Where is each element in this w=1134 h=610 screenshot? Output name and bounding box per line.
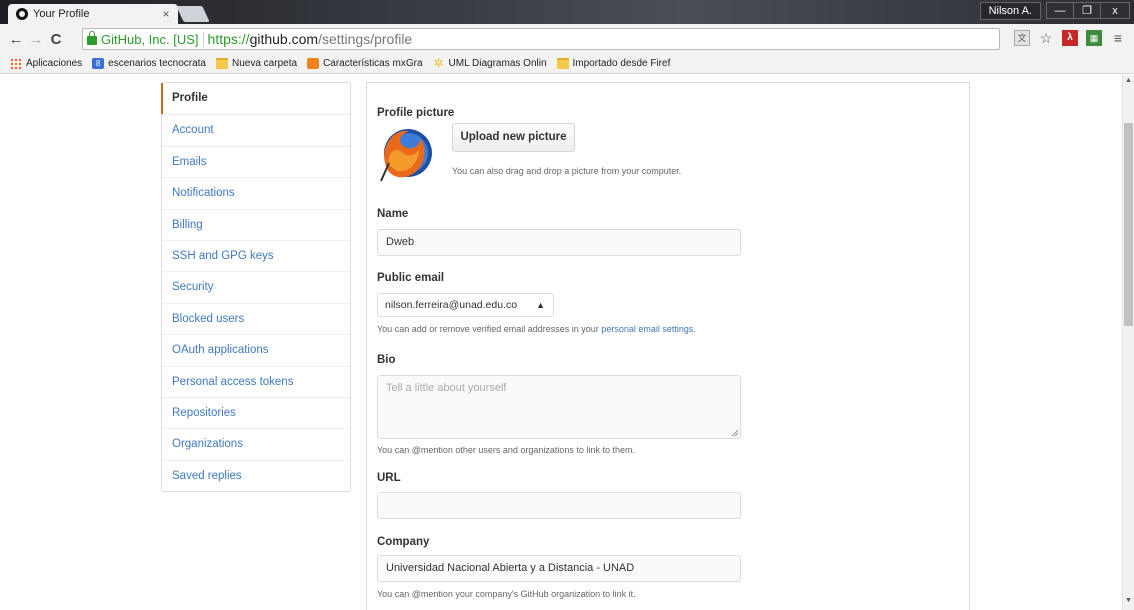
bookmark-mxgraph[interactable]: Características mxGra: [307, 58, 423, 69]
name-input[interactable]: Dweb: [377, 229, 741, 256]
sidebar-item-organizations[interactable]: Organizations: [162, 428, 350, 459]
bookmark-uml[interactable]: ✲ UML Diagramas Onlin: [433, 56, 546, 70]
sidebar-item-billing[interactable]: Billing: [162, 208, 350, 240]
public-email-select[interactable]: nilson.ferreira@unad.edu.co ▲︎: [377, 293, 554, 317]
site-favicon-icon: 8: [92, 58, 105, 69]
minimize-button[interactable]: —: [1046, 2, 1074, 19]
bookmark-importado[interactable]: Importado desde Firef: [556, 58, 670, 69]
upload-note: You can also drag and drop a picture fro…: [452, 166, 682, 176]
lock-icon: [87, 31, 97, 45]
bio-placeholder: Tell a little about yourself: [386, 382, 507, 394]
bookmark-nueva-carpeta[interactable]: Nueva carpeta: [216, 58, 297, 69]
avatar: [380, 129, 432, 182]
url-host: github.com: [249, 31, 319, 47]
public-email-value: nilson.ferreira@unad.edu.co: [385, 299, 518, 311]
address-bar[interactable]: GitHub, Inc. [US] https:// github.com /s…: [82, 28, 1000, 50]
browser-tab[interactable]: Your Profile ×: [8, 4, 178, 24]
upload-picture-button[interactable]: Upload new picture: [452, 123, 575, 152]
company-note: You can @mention your company's GitHub o…: [377, 589, 636, 599]
pdf-extension-icon[interactable]: λ: [1062, 30, 1078, 46]
translate-icon[interactable]: 文: [1014, 30, 1030, 46]
site-favicon-icon: [307, 58, 320, 69]
url-path: /settings/profile: [318, 31, 413, 47]
apps-grid-icon: [10, 58, 22, 69]
toolbar-actions: 文 ☆ λ ▦ ≡: [1014, 30, 1126, 46]
resize-handle-icon[interactable]: [732, 430, 738, 436]
sidebar-item-emails[interactable]: Emails: [162, 145, 350, 177]
browser-toolbar: ← → C GitHub, Inc. [US] https:// github.…: [0, 24, 1134, 54]
sidebar-item-oauth-applications[interactable]: OAuth applications: [162, 334, 350, 365]
forward-arrow-icon[interactable]: →: [26, 31, 46, 48]
sidebar-item-ssh-gpg-keys[interactable]: SSH and GPG keys: [162, 239, 350, 271]
personal-email-settings-link[interactable]: personal email settings.: [601, 324, 696, 334]
settings-page: Profile Account Emails Notifications Bil…: [0, 75, 1122, 610]
folder-icon: [216, 58, 228, 69]
public-email-label: Public email: [377, 272, 445, 284]
sidebar-item-personal-access-tokens[interactable]: Personal access tokens: [162, 365, 350, 397]
email-note: You can add or remove verified email add…: [377, 324, 696, 334]
ev-certificate-badge[interactable]: GitHub, Inc. [US]: [101, 31, 204, 47]
company-input[interactable]: Universidad Nacional Abierta y a Distanc…: [377, 555, 741, 582]
spreadsheet-extension-icon[interactable]: ▦: [1086, 30, 1102, 46]
sidebar-item-security[interactable]: Security: [162, 271, 350, 302]
url-label: URL: [377, 472, 401, 484]
browser-title-bar: Your Profile × Nilson A. — ❐ x: [0, 0, 1134, 24]
url-input[interactable]: [377, 492, 741, 519]
scroll-thumb[interactable]: [1124, 123, 1133, 326]
reload-icon[interactable]: C: [46, 31, 66, 48]
new-tab-button[interactable]: [176, 6, 210, 22]
profile-picture-label: Profile picture: [377, 107, 455, 119]
restore-button[interactable]: ❐: [1073, 2, 1101, 19]
bookmark-escenarios[interactable]: 8 escenarios tecnocrata: [92, 58, 206, 69]
tab-title: Your Profile: [33, 8, 90, 20]
bookmark-star-icon[interactable]: ☆: [1038, 30, 1054, 46]
url-scheme: https://: [207, 31, 250, 47]
sidebar-item-notifications[interactable]: Notifications: [162, 177, 350, 208]
page-scrollbar[interactable]: ▲ ▼: [1122, 75, 1134, 610]
sidebar-item-profile[interactable]: Profile: [161, 83, 350, 115]
back-arrow-icon[interactable]: ←: [6, 31, 26, 48]
company-label: Company: [377, 536, 430, 548]
close-tab-icon[interactable]: ×: [160, 7, 172, 21]
window-controls: — ❐ x: [1046, 2, 1130, 19]
settings-sidebar: Profile Account Emails Notifications Bil…: [161, 82, 351, 493]
close-window-button[interactable]: x: [1100, 2, 1130, 19]
scroll-down-icon[interactable]: ▼: [1125, 597, 1132, 604]
bio-textarea[interactable]: Tell a little about yourself: [377, 375, 741, 439]
bookmark-apps[interactable]: Aplicaciones: [10, 58, 82, 69]
sidebar-item-account[interactable]: Account: [162, 114, 350, 145]
github-icon: [16, 8, 28, 20]
sidebar-item-blocked-users[interactable]: Blocked users: [162, 302, 350, 334]
sidebar-item-saved-replies[interactable]: Saved replies: [162, 459, 350, 491]
profile-form: Profile picture Upload new picture You c…: [366, 82, 970, 610]
scroll-up-icon[interactable]: ▲: [1125, 77, 1132, 84]
folder-icon: [556, 58, 569, 69]
sidebar-item-repositories[interactable]: Repositories: [162, 396, 350, 428]
bio-label: Bio: [377, 354, 396, 366]
profile-user-button[interactable]: Nilson A.: [979, 2, 1041, 20]
name-label: Name: [377, 208, 409, 220]
select-caret-icon: ▲︎: [536, 300, 545, 310]
bio-note: You can @mention other users and organiz…: [377, 445, 635, 455]
menu-icon[interactable]: ≡: [1110, 30, 1126, 46]
bookmarks-bar: Aplicaciones 8 escenarios tecnocrata Nue…: [0, 54, 1134, 74]
sun-icon: ✲: [433, 56, 444, 70]
